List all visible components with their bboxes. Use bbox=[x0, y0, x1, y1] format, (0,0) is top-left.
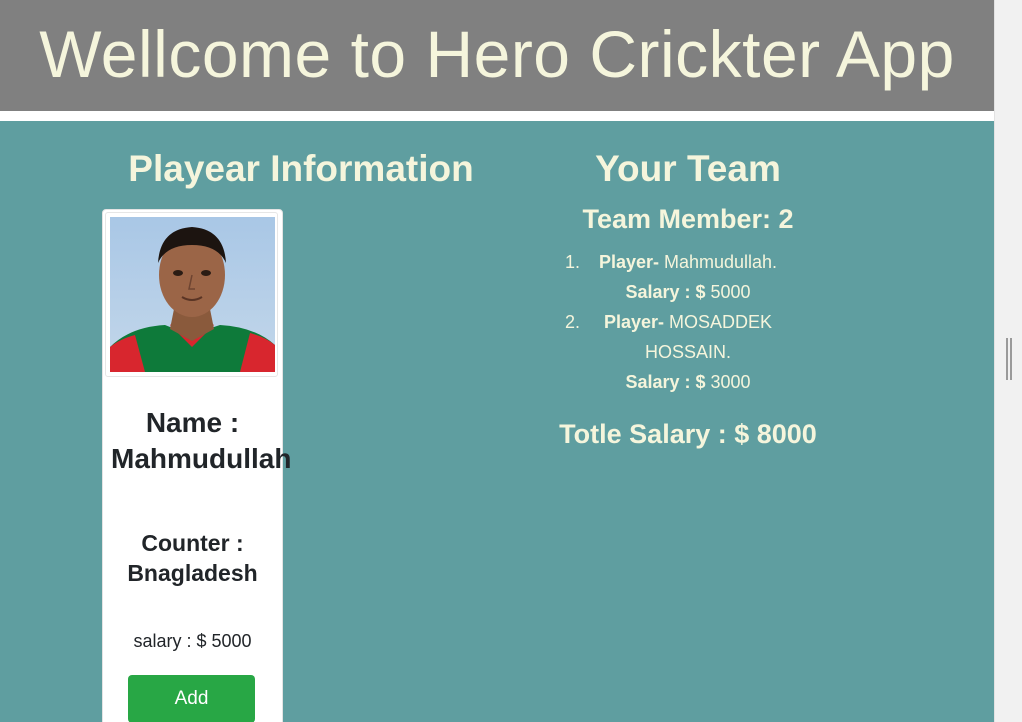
player-salary: salary : $ 5000 bbox=[133, 631, 252, 651]
member-name: MOSADDEK bbox=[669, 312, 773, 332]
player-photo-frame bbox=[105, 212, 278, 377]
vertical-scrollbar[interactable] bbox=[994, 0, 1022, 722]
page: Wellcome to Hero Crickter App Playear In… bbox=[0, 0, 994, 722]
member-salary: 5000 bbox=[710, 282, 751, 302]
salary-label: Salary : $ bbox=[625, 372, 706, 392]
member-salary: 3000 bbox=[710, 372, 751, 392]
app-header: Wellcome to Hero Crickter App bbox=[0, 0, 994, 111]
member-salary-line: Salary : $ 3000 bbox=[548, 367, 828, 397]
team-member-list: 1. Player- Mahmudullah. Salary : $ 5000 … bbox=[548, 247, 828, 397]
member-player-line: Player- MOSADDEK bbox=[548, 307, 828, 337]
player-label: Player- bbox=[603, 312, 664, 332]
player-card: Name : Mahmudullah Counter : Bnagladesh … bbox=[102, 209, 292, 722]
team-member-item: 1. Player- Mahmudullah. Salary : $ 5000 bbox=[548, 247, 828, 307]
member-player-line: Player- Mahmudullah. bbox=[548, 247, 828, 277]
team-member-item: 2. Player- MOSADDEK HOSSAIN. Salary : $ … bbox=[548, 307, 828, 397]
salary-label: Salary : $ bbox=[625, 282, 706, 302]
scrollbar-grip-icon[interactable] bbox=[1006, 338, 1012, 380]
your-team-title: Your Team bbox=[595, 148, 781, 189]
player-country: Counter : Bnagladesh bbox=[127, 530, 258, 586]
player-label: Player- bbox=[598, 252, 659, 272]
total-salary: Totle Salary : $ 8000 bbox=[559, 419, 817, 449]
member-name: Mahmudullah. bbox=[664, 252, 778, 272]
app-title: Wellcome to Hero Crickter App bbox=[39, 16, 955, 91]
player-photo bbox=[110, 217, 275, 372]
member-name-continued: HOSSAIN. bbox=[644, 342, 732, 362]
member-number: 1. bbox=[565, 252, 581, 272]
member-salary-line: Salary : $ 5000 bbox=[548, 277, 828, 307]
add-player-button[interactable]: Add bbox=[128, 675, 255, 722]
main-content: Playear Information Your Team Name: Mah… bbox=[0, 121, 994, 722]
player-info-title: Playear Information bbox=[128, 148, 474, 189]
player-name: Name : Mahmudullah bbox=[111, 407, 292, 474]
team-member-count: Team Member: 2 bbox=[582, 204, 794, 234]
member-number: 2. bbox=[565, 312, 581, 332]
